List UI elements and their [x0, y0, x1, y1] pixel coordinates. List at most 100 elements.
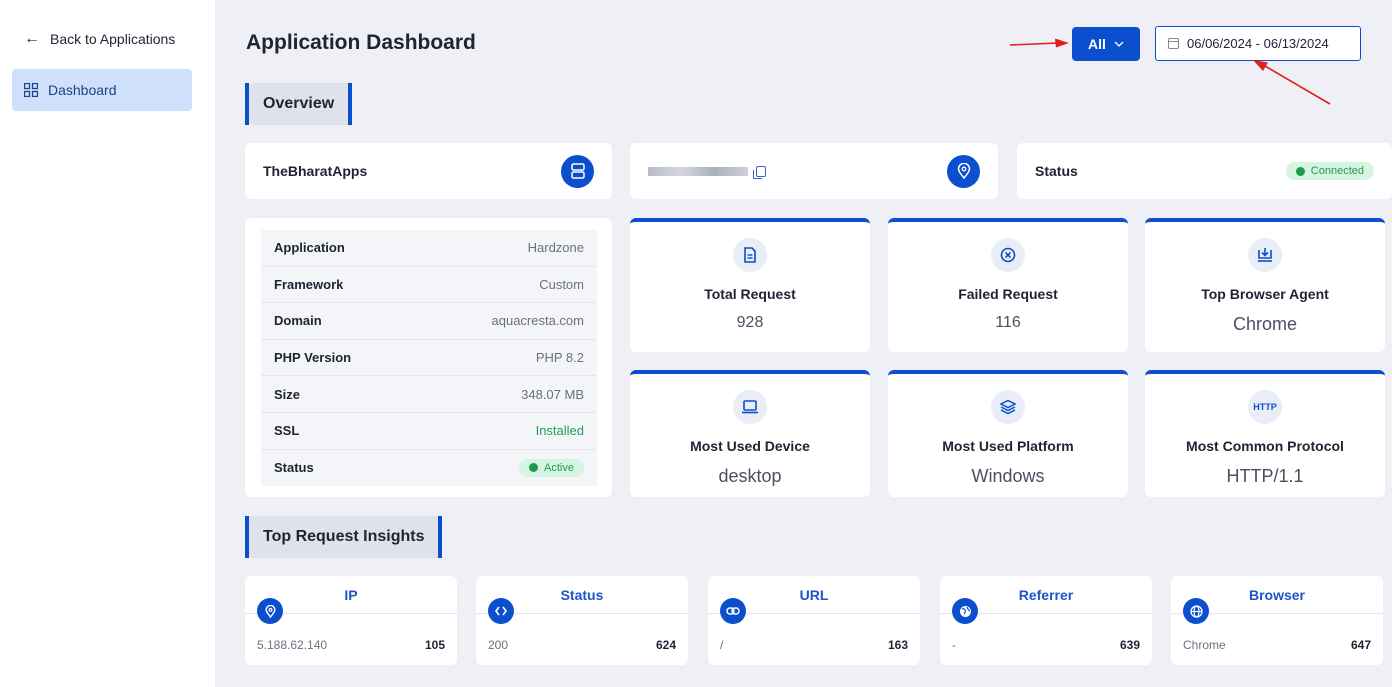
stat-card-total-request: Total Request 928: [630, 218, 870, 352]
detail-row-framework: Framework Custom: [261, 267, 597, 304]
detail-value: Hardzone: [527, 240, 584, 256]
back-link-label: Back to Applications: [50, 31, 176, 47]
insight-key: -: [952, 638, 956, 652]
back-to-applications-link[interactable]: ← Back to Applications: [24, 30, 176, 48]
insight-key: 200: [488, 638, 509, 652]
insight-value: 624: [655, 638, 676, 652]
stat-label: Most Common Protocol: [1186, 438, 1344, 454]
detail-key: Status: [274, 460, 314, 476]
filter-dropdown-button[interactable]: All: [1072, 27, 1140, 61]
detail-key: PHP Version: [274, 350, 352, 366]
detail-value: Installed: [535, 423, 584, 439]
stat-label: Most Used Device: [690, 438, 810, 454]
app-details-table: Application Hardzone Framework Custom Do…: [261, 230, 597, 487]
stat-value: 116: [995, 314, 1021, 331]
http-icon: HTTP: [1248, 390, 1282, 424]
insight-row: 200 624: [488, 638, 676, 652]
insight-card-ip: IP 5.188.62.140 105: [245, 576, 457, 665]
stat-card-top-browser-agent: Top Browser Agent Chrome: [1145, 218, 1385, 352]
insight-key: Chrome: [1183, 638, 1226, 652]
app-name-card: TheBharatApps: [245, 143, 612, 199]
insights-section-title: Top Request Insights: [245, 516, 443, 558]
sidebar-item-dashboard[interactable]: Dashboard: [12, 69, 192, 111]
date-range-picker[interactable]: 06/06/2024 - 06/13/2024: [1155, 26, 1361, 61]
date-range-text: 06/06/2024 - 06/13/2024: [1187, 36, 1329, 51]
server-icon[interactable]: [561, 154, 594, 188]
stat-card-most-common-protocol: HTTP Most Common Protocol HTTP/1.1: [1145, 370, 1385, 497]
insight-row: - 639: [952, 638, 1140, 652]
stat-card-most-used-platform: Most Used Platform Windows: [888, 370, 1128, 497]
link-icon: [720, 598, 746, 624]
x-circle-icon: [991, 238, 1025, 272]
insight-row: / 163: [720, 638, 908, 652]
layers-icon: [991, 390, 1025, 424]
insight-value: 647: [1350, 638, 1371, 652]
stat-value: Chrome: [1232, 314, 1298, 334]
detail-key: Application: [274, 240, 345, 256]
detail-row-size: Size 348.07 MB: [261, 376, 597, 413]
insight-card-referrer: Referrer - 639: [940, 576, 1152, 665]
detail-key: Domain: [274, 313, 322, 329]
active-badge: Active: [519, 458, 584, 477]
redacted-address: [648, 165, 766, 179]
stat-label: Total Request: [704, 286, 796, 302]
stat-value: desktop: [718, 466, 782, 486]
detail-key: SSL: [274, 423, 300, 439]
main-content: Application Dashboard All 06/06/2024 - 0…: [215, 0, 1392, 687]
app-name: TheBharatApps: [263, 163, 368, 179]
connected-badge-text: Connected: [1310, 165, 1364, 177]
redacted-address-card: [630, 143, 998, 199]
insight-key: /: [720, 638, 724, 652]
copy-icon[interactable]: [753, 165, 766, 179]
detail-value: 348.07 MB: [521, 386, 584, 402]
globe-grid-icon: [1183, 598, 1209, 624]
stat-value: 928: [736, 314, 764, 331]
grid-icon: [24, 83, 38, 97]
stat-card-failed-request: Failed Request 116: [888, 218, 1128, 352]
document-icon: [733, 238, 767, 272]
code-icon: [488, 598, 514, 624]
redacted-text-bar: [648, 166, 748, 176]
insight-value: 639: [1119, 638, 1140, 652]
stat-value: HTTP/1.1: [1226, 466, 1304, 486]
page-title: Application Dashboard: [246, 31, 476, 54]
detail-key: Framework: [274, 276, 344, 292]
download-monitor-icon: [1248, 238, 1282, 272]
overview-section-title: Overview: [245, 83, 353, 125]
insight-row: 5.188.62.140 105: [257, 638, 445, 652]
detail-value: PHP 8.2: [535, 350, 584, 366]
sidebar-item-label: Dashboard: [48, 82, 117, 98]
sidebar: ← Back to Applications Dashboard: [0, 0, 215, 687]
detail-value: Custom: [539, 276, 584, 292]
status-card: Status Connected: [1017, 143, 1392, 199]
insight-row: Chrome 647: [1183, 638, 1371, 652]
stat-card-most-used-device: Most Used Device desktop: [630, 370, 870, 497]
insight-card-status: Status 200 624: [476, 576, 688, 665]
detail-row-ssl: SSL Installed: [261, 413, 597, 450]
insight-value: 163: [887, 638, 908, 652]
insight-key: 5.188.62.140: [257, 638, 328, 652]
arrow-left-icon: ←: [24, 30, 40, 47]
detail-value: aquacresta.com: [491, 313, 585, 329]
calendar-icon: [1168, 38, 1179, 49]
stat-label: Most Used Platform: [942, 438, 1074, 454]
location-pin-icon: [257, 598, 283, 624]
app-details-card: Application Hardzone Framework Custom Do…: [245, 218, 612, 497]
globe-icon: [952, 598, 978, 624]
laptop-icon: [733, 390, 767, 424]
detail-row-domain: Domain aquacresta.com: [261, 303, 597, 340]
connected-badge: Connected: [1285, 162, 1374, 180]
status-dot-icon: [529, 463, 539, 473]
stat-label: Top Browser Agent: [1201, 286, 1329, 302]
insight-card-browser: Browser Chrome 647: [1171, 576, 1383, 665]
stat-label: Failed Request: [958, 286, 1058, 302]
status-label: Status: [1035, 163, 1078, 179]
detail-row-status: Status Active: [261, 450, 597, 487]
insight-card-url: URL / 163: [708, 576, 920, 665]
detail-key: Size: [274, 386, 301, 402]
insight-value: 105: [424, 638, 445, 652]
detail-row-php-version: PHP Version PHP 8.2: [261, 340, 597, 377]
stat-value: Windows: [971, 466, 1045, 486]
filter-label: All: [1088, 36, 1106, 52]
location-pin-icon[interactable]: [947, 154, 980, 188]
